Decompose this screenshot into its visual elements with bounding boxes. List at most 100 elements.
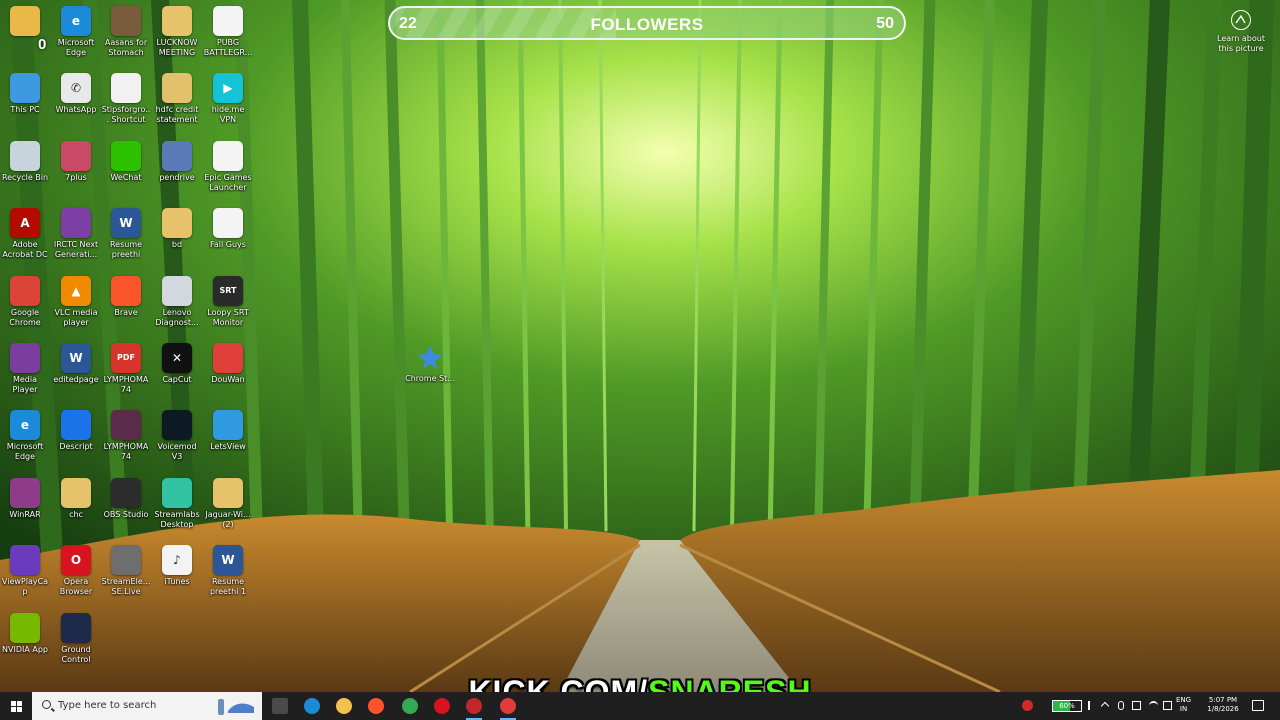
desktop-icon[interactable]: bd [152, 208, 202, 250]
desktop-icon[interactable]: IRCTC Next Generati... [51, 208, 101, 260]
desktop-icon[interactable]: SRT Loopy SRT Monitor [203, 275, 253, 328]
desktop-icon[interactable]: pendrive [152, 140, 202, 183]
edge-icon-glyph [304, 698, 320, 714]
record-icon[interactable] [1022, 700, 1033, 711]
desktop-icon[interactable]: This PC [0, 73, 50, 115]
app-icon [111, 477, 141, 508]
desktop-icon[interactable]: OBS Studio [101, 477, 151, 520]
desktop-icon-label: hdfc credit statement [155, 105, 199, 125]
app-icon: PDF [111, 343, 141, 373]
file-explorer-icon[interactable] [332, 695, 356, 717]
desktop-icon[interactable]: W Resume preethi 1 [203, 545, 253, 597]
desktop-icon[interactable]: e Microsoft Edge [51, 6, 101, 58]
desktop-icon[interactable]: ✕ CapCut [152, 343, 202, 385]
desktop-icon[interactable]: Stipsforgro... Shortcut [101, 73, 151, 125]
desktop-icon[interactable]: Epic Games Launcher [203, 140, 253, 193]
opera-icon-glyph [434, 698, 450, 714]
desktop-icon[interactable]: Lenovo Diagnost... [152, 275, 202, 328]
desktop-icon-label: StreamEle... SE.Live [101, 577, 151, 597]
desktop-icon-label: Descript [59, 442, 93, 452]
desktop-icon[interactable]: WinRAR [0, 477, 50, 520]
app-icon: ▶ [213, 73, 243, 104]
desktop-icon[interactable]: Weditedpage [51, 343, 101, 385]
mic-icon[interactable] [1088, 701, 1091, 710]
desktop-icon[interactable]: LYMPHOMA 74 [101, 410, 151, 462]
desktop-icon[interactable]: ViewPlayCap [0, 545, 50, 597]
learn-about-picture-button[interactable]: Learn about this picture [1210, 10, 1272, 54]
desktop-icon[interactable]: hdfc credit statement [152, 73, 202, 125]
desktop-icon-label: ViewPlayCap [1, 577, 49, 597]
start-button[interactable] [0, 692, 32, 720]
app-icon-glyph: A [20, 216, 30, 231]
desktop-icon-label: chc [69, 509, 83, 519]
desktop-icon[interactable]: LUCKNOW MEETING [152, 6, 202, 58]
desktop-icon[interactable]: StreamEle... SE.Live [101, 545, 151, 597]
desktop-icon[interactable]: e Microsoft Edge [0, 410, 50, 462]
taskbar-search-box[interactable]: Type here to search [32, 692, 262, 720]
microphone-icon[interactable] [1118, 701, 1124, 710]
app-icon-glyph: PDF [117, 353, 135, 362]
desktop-icon[interactable]: A Adobe Acrobat DC [0, 208, 50, 260]
app-taskbar-icon-1[interactable] [462, 695, 486, 720]
desktop-icon[interactable]: Streamlabs Desktop [152, 477, 202, 530]
desktop-icon[interactable]: chc [51, 477, 101, 520]
desktop-icon[interactable]: Voicemod V3 [152, 410, 202, 462]
desktop-icon[interactable] [0, 6, 50, 38]
edge-taskbar-icon[interactable] [300, 695, 324, 717]
desktop-icon[interactable]: LetsView [203, 410, 253, 452]
search-highlight-icon [216, 695, 258, 717]
language-indicator[interactable]: ENG IN [1176, 696, 1191, 714]
desktop-icon[interactable]: Descript [51, 410, 101, 452]
speaker-icon[interactable] [1132, 701, 1141, 710]
desktop-icon[interactable]: WeChat [101, 140, 151, 183]
desktop-icon[interactable]: O Opera Browser [51, 545, 101, 597]
wifi-icon[interactable] [1149, 701, 1158, 710]
app-icon [61, 477, 91, 508]
app-icon [162, 73, 192, 104]
desktop-icon[interactable]: ▲ VLC media player [51, 275, 101, 328]
desktop-icon-label: bd [171, 240, 183, 250]
app-icon: ✆ [61, 73, 91, 104]
app-icon [10, 140, 40, 171]
task-view-icon[interactable] [268, 695, 292, 717]
taskbar-clock[interactable]: 5:07 PM 1/8/2026 [1204, 696, 1242, 714]
desktop-icon[interactable]: W Resume preethi [101, 208, 151, 260]
desktop-icon[interactable]: Aasans for Stomach Di... [101, 6, 151, 58]
desktop-icon[interactable]: Ground Control [51, 612, 101, 665]
desktop-icon[interactable]: Media Player Classic [0, 343, 50, 395]
app-icon-glyph: e [20, 418, 30, 433]
desktop-icon[interactable]: NVIDIA App [0, 612, 50, 655]
app-icon [111, 73, 141, 104]
desktop-icon[interactable]: ✆ WhatsApp [51, 73, 101, 115]
network-icon[interactable] [1163, 701, 1172, 710]
desktop-icon[interactable]: ▶ hide.me VPN [203, 73, 253, 125]
followers-title: FOLLOWERS [590, 15, 704, 34]
brave-taskbar-icon[interactable] [364, 695, 388, 717]
desktop-icon[interactable]: 7plus [51, 140, 101, 183]
battery-indicator[interactable]: 60% [1052, 700, 1082, 712]
app-icon-1-glyph [466, 698, 482, 714]
app-taskbar-icon-2[interactable] [496, 695, 520, 720]
desktop-icon-label: Brave [114, 307, 138, 317]
desktop-icon[interactable]: Google Chrome [0, 275, 50, 328]
stream-counter: 0 [38, 36, 47, 53]
desktop-icon[interactable]: DouWan [203, 343, 253, 385]
app-icon [162, 6, 192, 36]
desktop-icon[interactable]: Recycle Bin [0, 140, 50, 183]
desktop-icon-label: Media Player Classic [12, 375, 38, 394]
opera-taskbar-icon[interactable] [430, 695, 454, 717]
notification-center-icon[interactable] [1252, 700, 1264, 711]
app-icon: O [61, 545, 91, 576]
desktop-icon-label: Epic Games Launcher [204, 172, 252, 192]
desktop-icon-chrome-st[interactable]: Chrome St... [405, 342, 455, 384]
chrome-taskbar-icon[interactable] [398, 695, 422, 717]
desktop-icon[interactable]: PDF LYMPHOMA 74 [101, 343, 151, 395]
desktop-icon[interactable]: PUBG BATTLEGR... [203, 6, 253, 58]
desktop-icon[interactable]: ♪ iTunes [152, 545, 202, 587]
desktop-icon[interactable]: Brave [101, 275, 151, 318]
app-icon [213, 477, 243, 508]
desktop-icon[interactable]: Jaguar-Wi... (2) [203, 477, 253, 530]
desktop-icon[interactable]: Fall Guys [203, 208, 253, 250]
chevron-up-icon[interactable] [1100, 701, 1110, 711]
desktop-icon-label: WhatsApp [55, 105, 97, 115]
